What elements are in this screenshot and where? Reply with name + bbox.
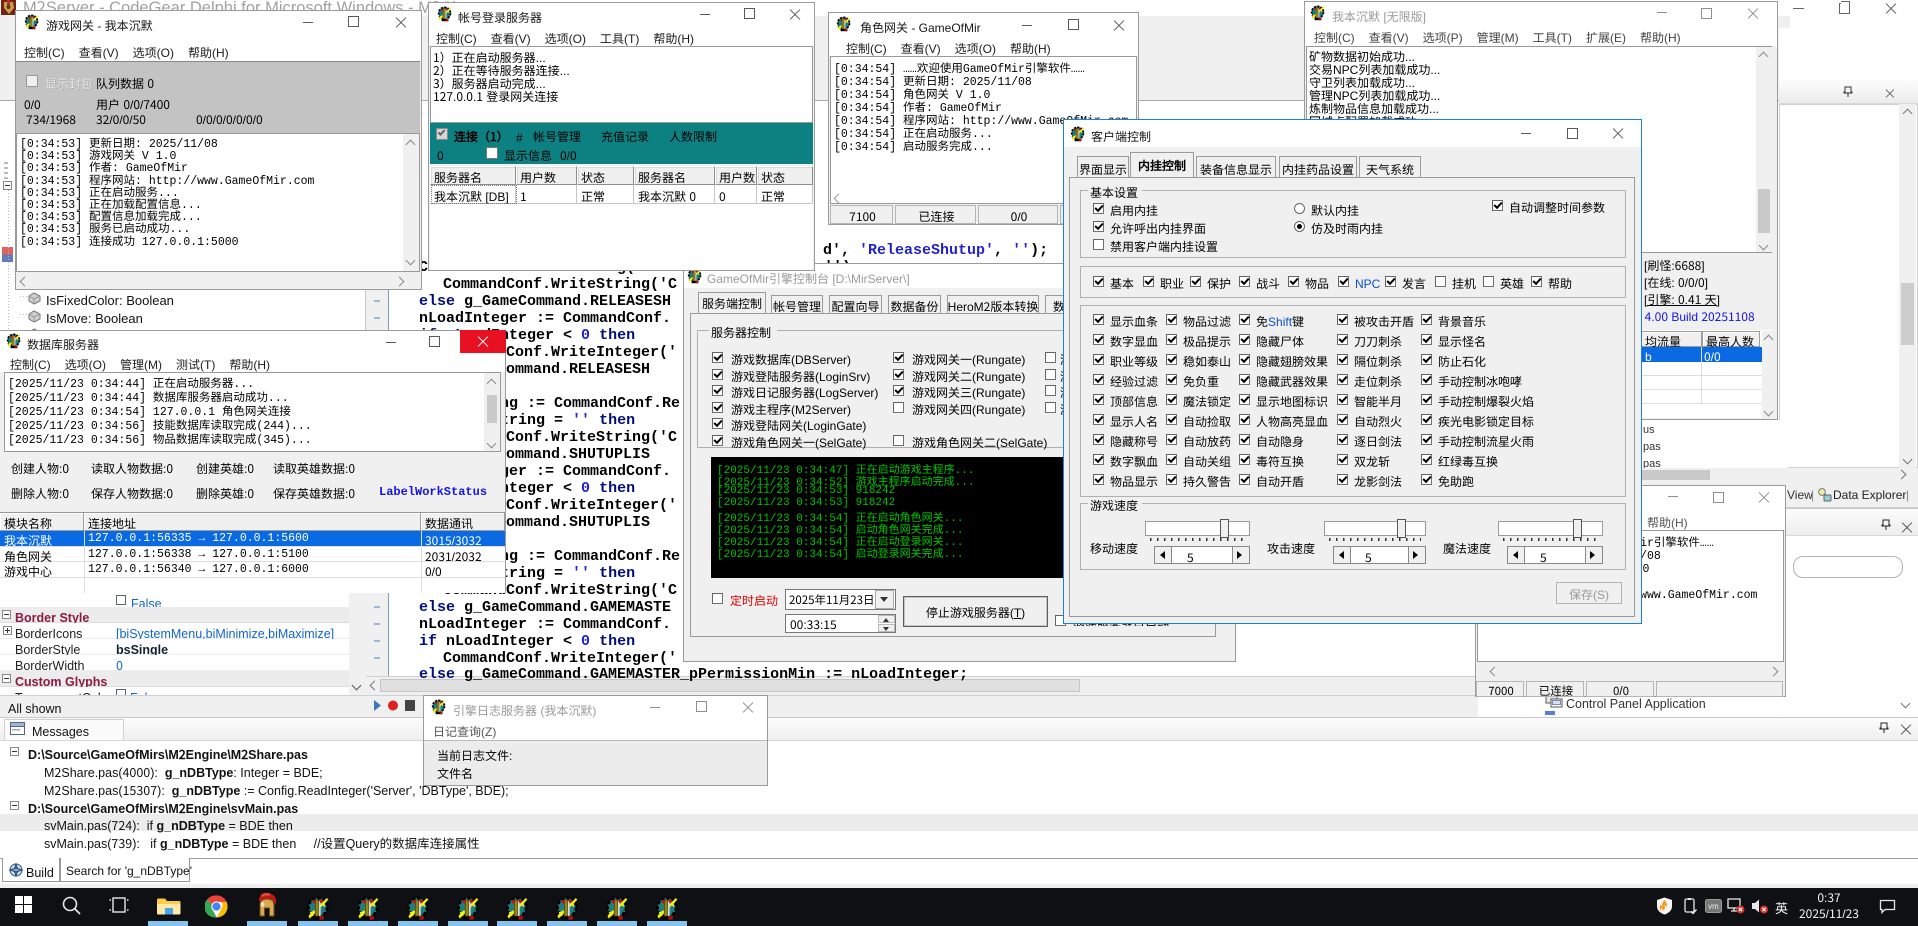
svg-text:vm: vm: [1708, 902, 1719, 911]
